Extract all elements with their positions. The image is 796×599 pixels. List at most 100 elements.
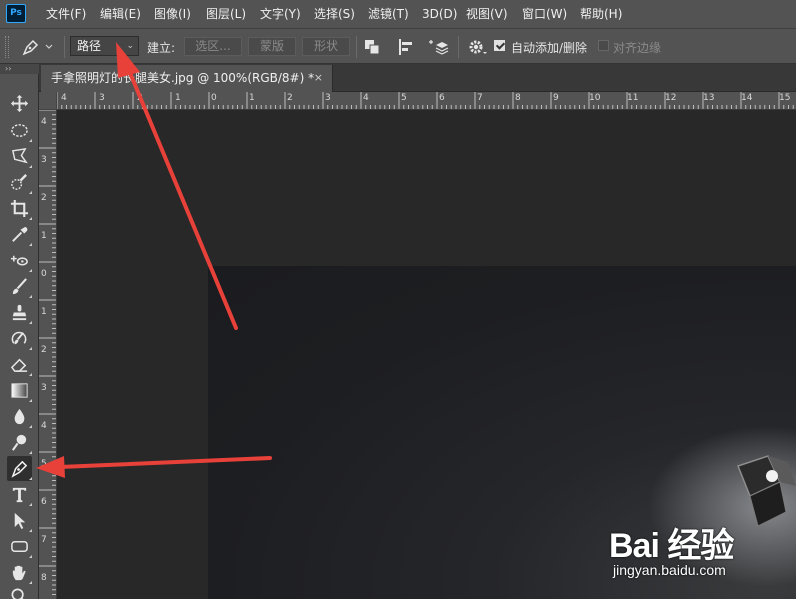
- stack-order-icon: [429, 40, 449, 55]
- path-arrangement-button[interactable]: [428, 37, 450, 57]
- menu-3d[interactable]: 3D(D): [422, 5, 457, 23]
- menu-help[interactable]: 帮助(H): [580, 5, 622, 23]
- eraser-tool[interactable]: [7, 352, 32, 377]
- quick-selection-tool[interactable]: [7, 170, 32, 195]
- polygonal-lasso-tool[interactable]: [7, 144, 32, 169]
- ruler-label: 1: [41, 231, 47, 241]
- eyedropper-tool[interactable]: [7, 222, 32, 247]
- type-tool[interactable]: [7, 482, 32, 507]
- menu-bar: Ps 文件(F) 编辑(E) 图像(I) 图层(L) 文字(Y) 选择(S) 滤…: [0, 0, 796, 28]
- document-tab-title: 手拿照明灯的长腿美女.jpg @ 100%(RGB/8#) *: [51, 71, 315, 85]
- ruler-label: 1: [41, 307, 47, 317]
- tool-preset-picker[interactable]: [20, 37, 60, 57]
- auto-add-delete-label: 自动添加/删除: [511, 41, 588, 55]
- menu-type[interactable]: 文字(Y): [260, 5, 301, 23]
- ruler-label: 2: [41, 193, 47, 203]
- gradient-tool[interactable]: [7, 378, 32, 403]
- ruler-label: 4: [41, 421, 47, 431]
- eyedropper-icon: [12, 226, 28, 242]
- ruler-label: 3: [41, 155, 47, 165]
- mode-select[interactable]: 路径 ⌄: [70, 36, 139, 56]
- path-selection-tool[interactable]: [7, 508, 32, 533]
- blur-tool[interactable]: [7, 404, 32, 429]
- menu-select[interactable]: 选择(S): [314, 5, 355, 23]
- path-alignment-button[interactable]: [396, 37, 416, 57]
- ruler-label: 5: [401, 93, 407, 103]
- watermark-brand: Bai 经验: [609, 527, 734, 565]
- horizontal-ruler[interactable]: 4 3 2 1 0 1 2 3 4 5 6 7 8 9 10 11 12 13 …: [57, 92, 796, 110]
- ruler-label: 6: [439, 93, 445, 103]
- menu-filter[interactable]: 滤镜(T): [368, 5, 409, 23]
- ruler-label: 12: [665, 93, 677, 103]
- ruler-label: 3: [41, 383, 47, 393]
- move-icon: [10, 94, 29, 113]
- document-tab-strip: 手拿照明灯的长腿美女.jpg @ 100%(RGB/8#) * ×: [39, 64, 796, 92]
- ruler-label: 3: [325, 93, 331, 103]
- auto-add-delete-checkbox[interactable]: [494, 40, 505, 51]
- document-tab[interactable]: 手拿照明灯的长腿美女.jpg @ 100%(RGB/8#) * ×: [41, 65, 333, 92]
- ruler-label: 2: [41, 345, 47, 355]
- path-operations-button[interactable]: [362, 37, 382, 57]
- separator: [356, 36, 357, 58]
- make-mask-button[interactable]: 蒙版: [248, 37, 296, 56]
- toolbox-collapse-toggle[interactable]: ››: [0, 64, 39, 74]
- toolbox-panel: ››: [0, 64, 39, 599]
- brush-icon: [12, 278, 27, 295]
- hand-icon: [12, 565, 26, 581]
- path-options-button[interactable]: [466, 37, 488, 57]
- type-icon: [12, 487, 27, 503]
- zoom-icon: [11, 588, 24, 599]
- move-tool[interactable]: [7, 91, 32, 116]
- crop-tool[interactable]: [7, 196, 32, 221]
- menu-view[interactable]: 视图(V): [466, 5, 508, 23]
- options-bar-grip[interactable]: [5, 36, 9, 58]
- close-icon[interactable]: ×: [314, 65, 323, 91]
- menu-layer[interactable]: 图层(L): [206, 5, 246, 23]
- ruler-label: 7: [477, 93, 483, 103]
- menu-window[interactable]: 窗口(W): [522, 5, 567, 23]
- crop-icon: [10, 199, 29, 218]
- dodge-icon: [11, 434, 27, 451]
- make-shape-button[interactable]: 形状: [302, 37, 350, 56]
- vertical-ruler[interactable]: 4 3 2 1 0 1 2 3 4 5 6 7 8: [39, 110, 57, 599]
- history-brush-icon: [11, 331, 27, 345]
- mode-select-value: 路径: [77, 39, 102, 53]
- menu-edit[interactable]: 编辑(E): [100, 5, 141, 23]
- elliptical-marquee-tool[interactable]: [7, 118, 32, 143]
- history-brush-tool[interactable]: [7, 326, 32, 351]
- hand-tool[interactable]: [7, 560, 32, 585]
- stamp-icon: [12, 304, 27, 321]
- ruler-label: 7: [41, 535, 47, 545]
- menu-image[interactable]: 图像(I): [154, 5, 191, 23]
- clone-stamp-tool[interactable]: [7, 300, 32, 325]
- arrow-select-icon: [14, 512, 26, 530]
- rounded-rectangle-icon: [11, 540, 28, 553]
- ruler-label: 8: [41, 573, 47, 583]
- ruler-label: 8: [515, 93, 521, 103]
- brush-tool[interactable]: [7, 274, 32, 299]
- ruler-label: 4: [41, 117, 47, 127]
- spot-healing-brush-tool[interactable]: [7, 248, 32, 273]
- ruler-label: 6: [41, 497, 47, 507]
- ruler-label: 1: [249, 93, 255, 103]
- photoshop-logo: Ps: [6, 4, 26, 23]
- ruler-label: 0: [41, 269, 47, 279]
- ruler-label: 13: [703, 93, 715, 103]
- eraser-icon: [10, 358, 28, 372]
- ruler-label: 4: [363, 93, 369, 103]
- ruler-label: 15: [779, 93, 791, 103]
- menu-file[interactable]: 文件(F): [46, 5, 86, 23]
- align-edges-checkbox[interactable]: [598, 40, 609, 51]
- ruler-label: 2: [137, 93, 143, 103]
- pen-tool[interactable]: [7, 456, 32, 481]
- watermark-url: jingyan.baidu.com: [613, 562, 726, 578]
- ruler-label: 10: [589, 93, 601, 103]
- healing-brush-icon: [10, 255, 28, 266]
- ruler-origin[interactable]: [39, 92, 57, 110]
- zoom-tool[interactable]: [7, 584, 32, 599]
- gear-icon: [469, 40, 487, 54]
- rectangle-tool[interactable]: [7, 534, 32, 559]
- dodge-tool[interactable]: [7, 430, 32, 455]
- make-selection-button[interactable]: 选区...: [184, 37, 242, 56]
- ruler-label: 2: [287, 93, 293, 103]
